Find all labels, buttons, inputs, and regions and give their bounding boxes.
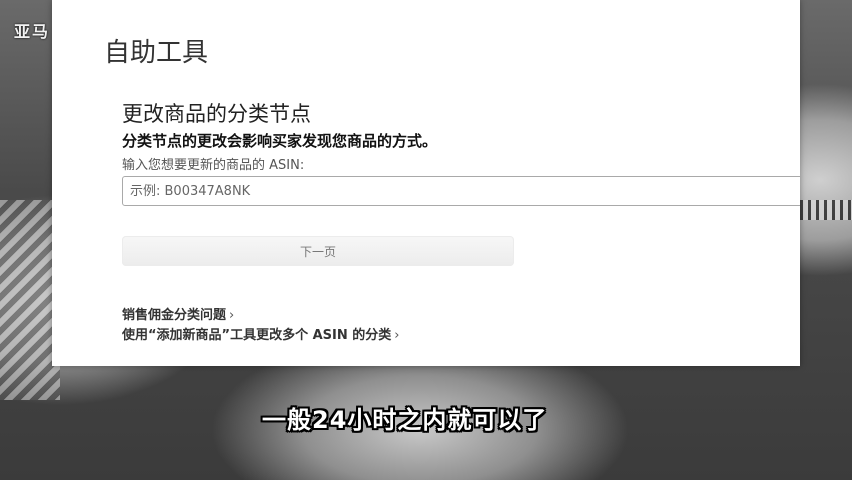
asin-field-label: 输入您想要更新的商品的 ASIN: xyxy=(122,158,305,173)
add-product-tool-link[interactable]: 使用“添加新商品”工具更改多个 ASIN 的分类 › xyxy=(122,324,399,343)
video-subtitle: 一般24小时之内就可以了 xyxy=(262,406,548,434)
page-title: 自助工具 xyxy=(104,38,209,68)
background-fabric xyxy=(0,200,60,400)
chevron-right-icon: › xyxy=(394,328,400,343)
chevron-right-icon: › xyxy=(229,308,235,323)
self-service-tools-panel: 自助工具 更改商品的分类节点 分类节点的更改会影响买家发现您商品的方式。 输入您… xyxy=(52,0,800,366)
section-title: 更改商品的分类节点 xyxy=(122,102,311,126)
corner-watermark: 亚马 xyxy=(14,22,51,41)
next-page-button[interactable]: 下一页 xyxy=(122,236,514,266)
commission-category-link-label: 销售佣金分类问题 xyxy=(122,308,227,323)
background-binder-rings xyxy=(800,200,852,220)
add-product-tool-link-label: 使用“添加新商品”工具更改多个 ASIN 的分类 xyxy=(122,328,392,343)
section-description: 分类节点的更改会影响买家发现您商品的方式。 xyxy=(122,132,438,150)
asin-input[interactable] xyxy=(122,176,800,206)
commission-category-link[interactable]: 销售佣金分类问题 › xyxy=(122,304,234,323)
